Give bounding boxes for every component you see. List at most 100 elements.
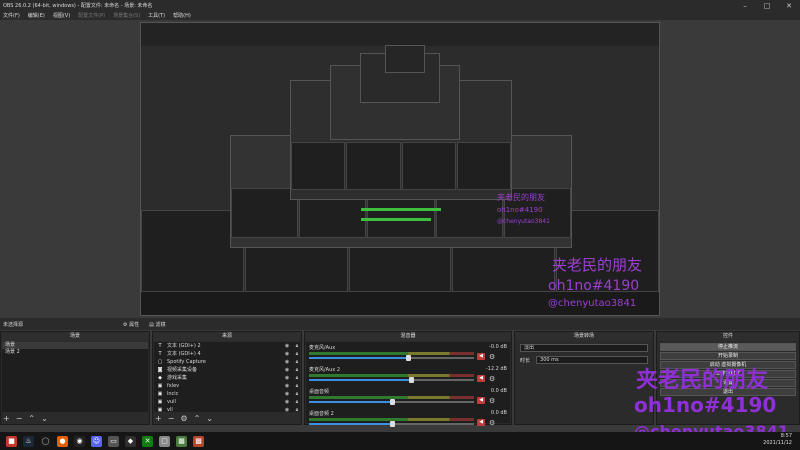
eye-icon[interactable]: ◉: [284, 390, 290, 398]
source-item[interactable]: ▣ vull ◉ 🔒︎: [154, 398, 300, 406]
preview-canvas[interactable]: 夹老民的朋友 oh1no#4190 @chenyutao3841 夹老民的朋友 …: [0, 20, 800, 318]
menu-help[interactable]: 帮助(H): [173, 12, 191, 19]
lock-icon[interactable]: 🔒︎: [294, 358, 300, 366]
steam-icon[interactable]: ♨: [23, 435, 34, 447]
channel-db: -0.0 dB: [489, 344, 507, 350]
move-down-icon[interactable]: ⌄: [41, 414, 48, 423]
lock-icon[interactable]: 🔒︎: [294, 398, 300, 406]
watermark-nested-line1: 夹老民的朋友: [552, 256, 643, 274]
game2-icon[interactable]: ▩: [193, 435, 204, 447]
scene-item[interactable]: 场景: [2, 342, 148, 349]
mute-icon[interactable]: ◀: [477, 397, 485, 404]
app-icon[interactable]: ■: [6, 435, 17, 447]
menu-edit[interactable]: 编辑(E): [28, 12, 45, 19]
move-down-icon[interactable]: ⌄: [206, 414, 213, 423]
eye-icon[interactable]: ◉: [284, 342, 290, 350]
volume-slider[interactable]: [309, 355, 474, 361]
system-tray: 8:57 2021/11/12: [763, 433, 792, 447]
remove-icon[interactable]: −: [168, 414, 175, 423]
lock-icon[interactable]: 🔒︎: [294, 342, 300, 350]
mute-icon[interactable]: ◀: [477, 375, 485, 382]
window-icon[interactable]: ▢: [159, 435, 170, 447]
sources-dock: 来源 T 文本 (GDI+) 2 ◉ 🔒︎ T 文本 (GDI+) 4 ◉ 🔒︎ ▢ Spotif…: [152, 331, 302, 425]
lock-icon[interactable]: 🔒︎: [294, 366, 300, 374]
controller-icon[interactable]: ◆: [125, 435, 136, 447]
mixer-channel: 桌面音频 0.0 dB ◀ ⚙: [309, 388, 507, 408]
gear-icon[interactable]: ⚙: [489, 419, 495, 427]
add-icon[interactable]: +: [155, 414, 162, 423]
tray-time: 8:57: [780, 433, 792, 439]
eye-icon[interactable]: ◉: [284, 374, 290, 382]
volume-slider[interactable]: [309, 377, 474, 383]
eye-icon[interactable]: ◉: [284, 350, 290, 358]
scene-item[interactable]: 场景 2: [2, 349, 148, 356]
stop-streaming-button[interactable]: 停止推流: [660, 343, 796, 351]
xbox-icon[interactable]: ✕: [142, 435, 153, 447]
scenes-footer: + − ⌃ ⌄: [3, 413, 147, 423]
discord-icon[interactable]: ☺: [91, 435, 102, 447]
source-toolbar: 未选择源 ⚙ 属性 ▤ 滤镜: [0, 318, 800, 330]
add-icon[interactable]: +: [3, 414, 10, 423]
scenes-title: 场景: [1, 332, 149, 341]
gear-icon[interactable]: ⚙: [489, 375, 495, 383]
close-icon[interactable]: ✕: [778, 0, 800, 11]
menu-view[interactable]: 视图(V): [53, 12, 70, 19]
source-item[interactable]: ◆ 游戏采集 ◉ 🔒︎: [154, 374, 300, 382]
mute-icon[interactable]: ◀: [477, 419, 485, 426]
gear-icon[interactable]: ⚙: [180, 414, 187, 423]
volume-slider[interactable]: [309, 421, 474, 427]
source-name: 文本 (GDI+) 4: [167, 351, 201, 357]
channel-name: 麦克风/Aux 2: [309, 367, 341, 373]
menu-tools[interactable]: 工具(T): [148, 12, 165, 19]
firefox-icon[interactable]: ●: [57, 435, 68, 447]
remove-icon[interactable]: −: [16, 414, 23, 423]
watermark-nested-small2: oh1no#4190: [497, 206, 543, 214]
source-item[interactable]: T 文本 (GDI+) 2 ◉ 🔒︎: [154, 342, 300, 350]
lock-icon[interactable]: 🔒︎: [294, 350, 300, 358]
volume-meter: [309, 352, 474, 355]
source-item[interactable]: ▢ Spotify Capture ◉ 🔒︎: [154, 358, 300, 366]
properties-button[interactable]: ⚙ 属性: [123, 321, 139, 328]
mixer-title: 混音器: [305, 332, 511, 341]
maximize-icon[interactable]: □: [756, 0, 778, 11]
minimize-icon[interactable]: –: [734, 0, 756, 11]
no-source-label: 未选择源: [3, 321, 24, 328]
watermark-line1: 夹老民的朋友: [636, 368, 769, 393]
lock-icon[interactable]: 🔒︎: [294, 390, 300, 398]
lock-icon[interactable]: 🔒︎: [294, 374, 300, 382]
properties-label: 属性: [129, 321, 140, 328]
game-icon[interactable]: ▦: [176, 435, 187, 447]
menu-file[interactable]: 文件(F): [3, 12, 20, 19]
gear-icon[interactable]: ⚙: [489, 353, 495, 361]
lock-icon[interactable]: 🔒︎: [294, 382, 300, 390]
channel-name: 麦克风/Aux: [309, 345, 336, 351]
eye-icon[interactable]: ◉: [284, 398, 290, 406]
eye-icon[interactable]: ◉: [284, 358, 290, 366]
obs-icon[interactable]: ◉: [74, 435, 85, 447]
eye-icon[interactable]: ◉: [284, 366, 290, 374]
source-item[interactable]: ◙ 视频采集设备 ◉ 🔒︎: [154, 366, 300, 374]
source-name: fxlev: [167, 383, 180, 389]
move-up-icon[interactable]: ⌃: [194, 414, 201, 423]
gear-icon[interactable]: ⚙: [489, 397, 495, 405]
duration-input[interactable]: 300 ms: [536, 356, 648, 364]
image-icon: ▣: [157, 383, 163, 389]
menu-profile[interactable]: 配置文件(P): [78, 12, 105, 19]
watermark-nested-line2: oh1no#4190: [548, 278, 640, 294]
mixer-channel: 麦克风/Aux 2 -12.2 dB ◀ ⚙: [309, 366, 507, 386]
volume-slider[interactable]: [309, 399, 474, 405]
start-recording-button[interactable]: 开始录制: [660, 352, 796, 360]
move-up-icon[interactable]: ⌃: [28, 414, 35, 423]
eye-icon[interactable]: ◉: [284, 382, 290, 390]
source-item[interactable]: ▣ lncic ◉ 🔒︎: [154, 390, 300, 398]
source-item[interactable]: T 文本 (GDI+) 4 ◉ 🔒︎: [154, 350, 300, 358]
transition-select[interactable]: 淡出: [520, 344, 648, 352]
folder-icon[interactable]: ▭: [108, 435, 119, 447]
source-item[interactable]: ▣ fxlev ◉ 🔒︎: [154, 382, 300, 390]
mute-icon[interactable]: ◀: [477, 353, 485, 360]
camera-icon: ◙: [157, 367, 163, 373]
menu-scene-collection[interactable]: 场景集合(S): [113, 12, 140, 19]
search-icon[interactable]: ◯: [40, 435, 51, 447]
filters-button[interactable]: ▤ 滤镜: [149, 321, 165, 328]
transitions-title: 场景转场: [515, 332, 653, 341]
